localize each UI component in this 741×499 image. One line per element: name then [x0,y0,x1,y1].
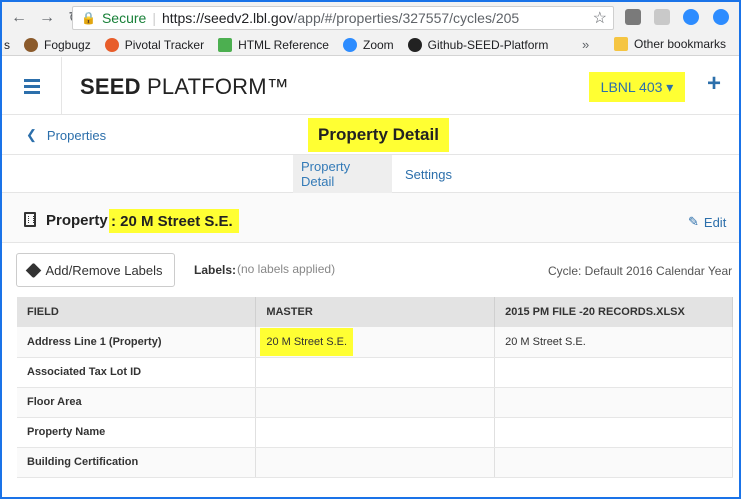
menu-hamburger-icon[interactable] [2,57,62,115]
bookmark-label: Fogbugz [44,37,91,52]
field-name-cell: Address Line 1 (Property) [17,327,257,358]
more-bookmarks-chevron-icon[interactable]: » [582,37,589,52]
zoom-extension-icon[interactable] [683,9,699,25]
table-row: Property Name [17,417,733,448]
bookmark-pivotal-tracker[interactable]: Pivotal Tracker [104,37,205,52]
bookmark-html-reference[interactable]: HTML Reference [218,37,329,52]
bookmark-label: s [4,37,10,52]
zoom-extension-icon-2[interactable] [713,9,729,25]
table-row: Floor Area [17,387,733,418]
url-path: /app/#/properties/327557/cycles/205 [293,10,520,26]
chevron-left-icon: ❮ [26,127,37,142]
secure-label: Secure [101,10,147,26]
url-host: https://seedv2.lbl.gov [161,10,294,26]
master-value-cell [255,387,496,418]
property-fields-table: FIELD MASTER 2015 PM FILE -20 RECORDS.XL… [17,297,733,478]
import-value-cell [494,447,733,478]
labels-row: Add/Remove Labels Labels: (no labels app… [2,243,739,295]
labels-caption: Labels: [194,263,237,277]
github-icon [407,37,422,52]
master-value-cell [255,357,496,388]
master-value-cell [255,417,496,448]
table-row: Address Line 1 (Property) 20 M Street S.… [17,327,733,358]
import-value-cell [494,357,733,388]
import-value-cell: 20 M Street S.E. [494,327,733,358]
master-value-cell: 20 M Street S.E. [255,327,496,358]
field-name-cell: Floor Area [17,387,257,418]
master-value-cell [255,447,496,478]
address-bar[interactable]: 🔒 Secure | https://seedv2.lbl.gov /app/#… [72,6,614,30]
cycle-label: Cycle: Default 2016 Calendar Year [548,264,733,278]
building-icon [24,212,36,227]
table-row: Associated Tax Lot ID [17,357,733,388]
bookmark-label: HTML Reference [238,37,329,52]
field-name-cell: Associated Tax Lot ID [17,357,257,388]
column-header-master[interactable]: MASTER [255,297,496,327]
bookmark-zoom[interactable]: Zoom [342,37,394,52]
pdf-extension-icon[interactable] [654,9,670,25]
labels-value: (no labels applied) [237,262,336,276]
master-value-highlight: 20 M Street S.E. [260,327,354,356]
bookmark-star-icon[interactable]: ☆ [593,8,607,28]
bookmark-label: Pivotal Tracker [124,37,205,52]
page-title: Property Detail [308,118,449,152]
zoom-icon [342,37,357,52]
field-name-cell: Property Name [17,417,257,448]
bookmark-label: Github-SEED-Platform [427,37,549,52]
field-name-cell: Building Certification [17,447,257,478]
bookmark-fogbugz[interactable]: Fogbugz [24,37,91,52]
organization-selector[interactable]: LBNL 403 ▾ [589,72,685,102]
edit-label: Edit [703,214,727,230]
tab-property-detail[interactable]: Property Detail [293,155,392,193]
bookmark-github[interactable]: Github-SEED-Platform [407,37,549,52]
bookmark-label: Zoom [362,37,394,52]
edit-button[interactable]: ✎ Edit [688,214,726,230]
bookmark-truncated[interactable]: s [4,38,10,52]
add-plus-icon[interactable]: + [707,70,721,98]
tab-settings[interactable]: Settings [397,155,460,193]
column-header-field[interactable]: FIELD [17,297,257,327]
property-heading: Property : 20 M Street S.E. ✎ Edit [2,193,739,243]
pivotal-tracker-icon [104,37,119,52]
subheader: ❮ Properties Property Detail [2,115,739,155]
property-name: : 20 M Street S.E. [109,209,239,233]
fogbugz-icon [24,37,38,52]
column-header-import-file[interactable]: 2015 PM FILE -20 RECORDS.XLSX [494,297,733,327]
import-value-cell [494,417,733,448]
bookmarks-bar: s Fogbugz Pivotal Tracker HTML Reference… [2,34,739,56]
back-arrow-icon[interactable]: ← [8,7,30,29]
tab-bar: Property Detail Settings [2,155,739,193]
pencil-icon: ✎ [688,214,699,229]
table-header-row: FIELD MASTER 2015 PM FILE -20 RECORDS.XL… [17,297,733,327]
back-label: Properties [46,127,107,143]
back-to-properties-link[interactable]: ❮ Properties [26,127,106,143]
browser-toolbar: ← → ↻ 🔒 Secure | https://seedv2.lbl.gov … [2,2,739,34]
other-bookmarks-label: Other bookmarks [634,37,727,51]
folder-icon [614,37,628,51]
extension-icon[interactable] [625,9,641,25]
property-label: Property [46,212,108,229]
tag-icon [26,262,42,278]
table-row: Building Certification [17,447,733,478]
app-header: SEED PLATFORM™ LBNL 403 ▾ + [2,57,739,115]
other-bookmarks[interactable]: Other bookmarks [614,37,726,51]
add-remove-labels-button[interactable]: Add/Remove Labels [16,253,175,287]
lock-icon: 🔒 [81,11,96,25]
add-labels-label: Add/Remove Labels [45,262,163,278]
forward-arrow-icon[interactable]: → [36,7,58,29]
w3schools-icon [218,37,233,52]
brand-logo: SEED PLATFORM™ [80,74,289,99]
import-value-cell [494,387,733,418]
url-separator: | [152,10,156,26]
